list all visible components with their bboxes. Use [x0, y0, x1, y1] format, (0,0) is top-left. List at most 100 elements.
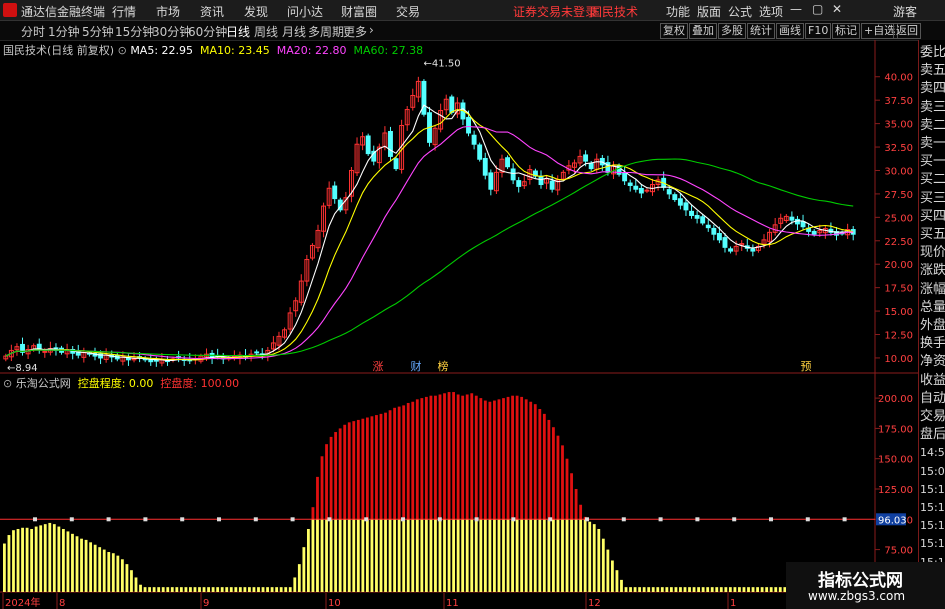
control-bar-upper	[438, 394, 442, 520]
control-bar	[452, 519, 455, 592]
quote-panel-row[interactable]: 买二	[920, 171, 945, 189]
candle-body	[694, 214, 700, 219]
control-bar-upper	[547, 419, 551, 520]
control-bar-upper	[524, 399, 528, 520]
control-bar	[43, 524, 47, 592]
control-bar	[211, 587, 215, 592]
threshold-dot	[253, 517, 258, 522]
candlestick-series	[3, 76, 856, 367]
control-bar	[61, 528, 65, 592]
control-bar	[238, 587, 242, 592]
event-mark: 财	[411, 359, 422, 373]
control-bar	[706, 587, 710, 592]
control-bar	[683, 587, 687, 592]
quote-panel-row[interactable]: 买四	[920, 208, 945, 226]
quote-panel-row[interactable]: 买五	[920, 226, 945, 244]
quote-panel-row[interactable]: 净资	[920, 353, 945, 371]
y-tick-label: 75.00	[884, 546, 913, 557]
watermark-url: www.zbgs3.com	[808, 589, 906, 603]
quote-panel-row[interactable]: 买一	[920, 153, 945, 171]
quote-panel-row[interactable]: 自动	[920, 390, 945, 408]
quote-panel-row[interactable]: 15:00	[920, 463, 945, 481]
control-bar-upper	[497, 399, 501, 520]
quote-panel-row[interactable]: 涨幅	[920, 281, 945, 299]
control-bar	[179, 587, 183, 592]
y-tick-label: 40.00	[884, 73, 913, 84]
quote-panel-row[interactable]: 收益	[920, 372, 945, 390]
candle-body	[644, 189, 650, 192]
quote-panel-row[interactable]: 卖四	[920, 80, 945, 98]
control-bar-upper	[375, 415, 378, 520]
quote-panel-row[interactable]: 卖二	[920, 117, 945, 135]
quote-panel-row[interactable]: 现价	[920, 244, 945, 262]
quote-panel-row[interactable]: 买三	[920, 190, 945, 208]
quote-panel-row[interactable]: 盘后	[920, 426, 945, 444]
chart-canvas[interactable]: 10.00 12.50 15.00 17.50 20.00 22.50 25.00 27.50…	[0, 0, 945, 609]
control-bar	[610, 560, 614, 592]
time-label: 8	[59, 598, 65, 609]
control-bar	[565, 519, 569, 592]
candle-body	[449, 96, 455, 113]
quote-panel-row[interactable]: 外盘	[920, 317, 945, 335]
control-bar-upper	[316, 476, 319, 520]
control-bar	[692, 587, 696, 592]
control-bar	[601, 538, 605, 592]
y-tick-label: 12.50	[884, 331, 913, 342]
control-bar	[12, 530, 15, 592]
control-bar	[39, 525, 43, 592]
quote-panel-row[interactable]: 涨跌	[920, 262, 945, 280]
control-bar-upper	[579, 504, 583, 520]
quote-panel-row[interactable]: 15:13	[920, 517, 945, 535]
quote-panel-row[interactable]: 卖五	[920, 62, 945, 80]
control-bar	[71, 533, 74, 592]
control-bar	[665, 587, 669, 592]
control-bar	[297, 564, 301, 592]
control-bar	[107, 552, 111, 592]
y-tick-label: 17.50	[884, 284, 913, 295]
control-bar	[143, 587, 147, 592]
quote-panel-row[interactable]: 卖一	[920, 135, 945, 153]
candle-body	[750, 248, 756, 252]
control-bar	[579, 519, 583, 592]
control-bar	[719, 587, 723, 592]
candle-body	[677, 198, 683, 206]
control-bar	[520, 519, 524, 592]
control-bar-series: 96.03	[0, 392, 907, 592]
control-bar	[270, 587, 274, 592]
candle-body	[488, 172, 494, 190]
candle-body	[711, 227, 717, 235]
quote-panel-row[interactable]: 15:12	[920, 481, 945, 499]
control-bar	[111, 553, 115, 592]
control-bar-upper	[542, 413, 546, 520]
time-label: 12	[588, 598, 601, 609]
quote-panel-row[interactable]: 15:12	[920, 499, 945, 517]
candle-body	[421, 80, 427, 115]
control-bar	[774, 587, 778, 592]
quote-panel-row[interactable]: 卖三	[920, 99, 945, 117]
control-bar	[606, 549, 610, 592]
control-bar-upper	[502, 398, 505, 520]
y-tick-label: 32.50	[884, 143, 913, 154]
control-bar-upper	[329, 436, 333, 520]
control-bar	[674, 587, 678, 592]
control-bar	[588, 521, 592, 592]
control-bar	[679, 587, 682, 592]
control-bar	[393, 519, 397, 592]
candle-body	[131, 358, 137, 361]
quote-panel-row[interactable]: 换手	[920, 335, 945, 353]
control-bar	[152, 587, 156, 592]
control-bar-upper	[424, 396, 428, 520]
control-bar-upper	[325, 444, 328, 520]
control-bar	[48, 522, 52, 592]
control-bar-upper	[474, 395, 478, 520]
quote-panel-row[interactable]: 总量	[920, 299, 945, 317]
quote-panel-row[interactable]: 交易	[920, 408, 945, 426]
candle-body	[538, 175, 544, 186]
quote-panel-row[interactable]: 14:57	[920, 444, 945, 462]
quote-panel-row[interactable]: 委比	[920, 44, 945, 62]
control-bar	[424, 519, 428, 592]
control-bar	[356, 519, 360, 592]
quote-panel-row[interactable]: 15:13	[920, 535, 945, 553]
control-bar-upper	[470, 393, 474, 520]
control-bar	[515, 519, 519, 592]
